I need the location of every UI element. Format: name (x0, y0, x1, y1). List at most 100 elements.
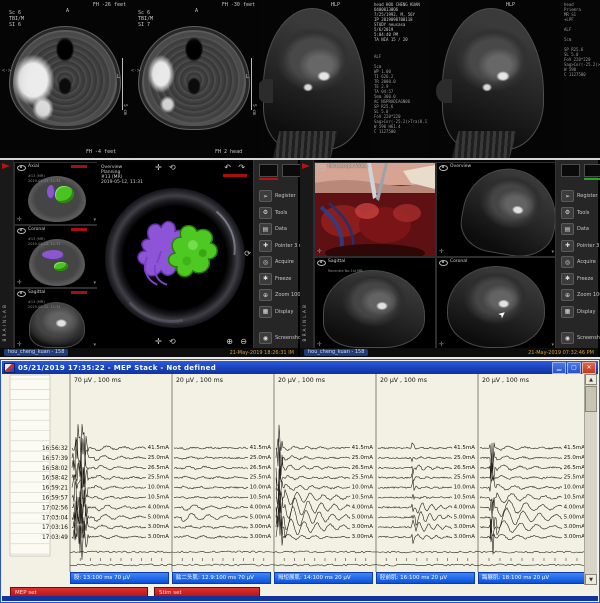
svg-text:26.5mA: 26.5mA (352, 465, 374, 471)
rotate-right-icon[interactable]: ⟳ (244, 250, 251, 258)
overlay-orientation: HLP (331, 2, 340, 8)
patient-name-pill[interactable]: hou_cheng_kuan - 158 (4, 349, 68, 356)
nav-button-data[interactable]: ▤Data (561, 223, 598, 235)
mep-titlebar[interactable]: 05/21/2019 17:35:22 - MEP Stack - Not de… (2, 361, 598, 374)
eye-icon[interactable] (17, 291, 26, 297)
overlay-series-info: Sc 6 TBI/M SI 7 (138, 10, 153, 28)
eye-icon[interactable] (317, 165, 326, 171)
nav-button-register[interactable]: ➢Register (561, 190, 598, 202)
nav-button-register[interactable]: ➢Register (259, 190, 298, 202)
zoom-out-icon[interactable]: ⊖ (240, 338, 247, 346)
register-icon: ➢ (561, 190, 574, 202)
mri-sagittal-view-1[interactable]: HLP (259, 0, 372, 158)
nav-button-freeze[interactable]: ✱Freeze (561, 273, 598, 285)
nav-button-pointer[interactable]: ✚Pointer 3 mm (259, 240, 298, 252)
mep-chart-area: 70 μV , 100 ms20 μV , 100 ms20 μV , 100 … (2, 374, 598, 596)
close-button[interactable]: ✕ (582, 362, 596, 374)
nav-button-screenshot[interactable]: ◉Screenshot (561, 332, 598, 344)
svg-text:5.00mA: 5.00mA (564, 514, 586, 520)
undo-icon[interactable]: ↶ (224, 164, 231, 172)
svg-text:25.5mA: 25.5mA (564, 475, 586, 481)
overlay-orientation-a: A (66, 8, 69, 14)
nav-button-tools[interactable]: ⚙Tools (561, 207, 598, 219)
mri-axial-view-2[interactable]: Sc 6 TBI/M SI 7 A FH -30 feet L <·> 5 cm… (129, 0, 257, 158)
nav-button-zoom[interactable]: ⊕Zoom 100% (561, 289, 598, 301)
viewport-microscope-video[interactable]: Microscope Video ✛ (314, 162, 436, 257)
rotate-icon[interactable]: ⟲ (169, 164, 176, 172)
svg-text:4.00mA: 4.00mA (148, 504, 170, 510)
scroll-up-icon[interactable]: ▲ (585, 374, 597, 385)
nav-button-data[interactable]: ▤Data (259, 223, 298, 235)
scale-ruler (251, 58, 252, 110)
crosshair-icon[interactable]: ✛ (17, 217, 22, 223)
pan-icon[interactable]: ✛ (155, 164, 162, 172)
viewport-coronal-nav[interactable]: ➤ Coronal ✛ ▾ (436, 257, 556, 350)
view-label: Coronal (28, 227, 45, 232)
nav-button-acquire[interactable]: ◎Acquire (561, 256, 598, 268)
eye-icon[interactable] (317, 260, 326, 266)
panel-arrow-icon[interactable]: ▾ (93, 281, 96, 286)
display-icon: ▦ (259, 306, 272, 318)
overlay-orientation-a: A (195, 8, 198, 14)
svg-text:4.00mA: 4.00mA (564, 504, 586, 510)
viewport-3d[interactable]: Overview Planning #13 (MR) 2019-05-12, 1… (97, 162, 253, 348)
vertical-scrollbar[interactable]: ▲ ▼ (584, 374, 597, 585)
mri-sagittal-view-2[interactable]: HLP (428, 0, 562, 158)
eye-icon[interactable] (17, 165, 26, 171)
layout-thumbnail[interactable] (584, 164, 600, 177)
viewport-sagittal-nav[interactable]: Sagittal Recentre No 1st MR ✛ (314, 257, 436, 350)
layout-thumbnail[interactable] (561, 164, 580, 177)
nav-button-pointer[interactable]: ✚Pointer 3 mm (561, 240, 598, 252)
viewport-coronal[interactable]: Coronal #13 (MR) 2019-05-12, 11:31 ✛ ▾ (14, 225, 98, 288)
layout-thumbnail[interactable] (282, 164, 301, 177)
crosshair-icon[interactable]: ✛ (317, 249, 322, 255)
overlay-fh-bottom: FH 2 head (215, 149, 242, 155)
eye-icon[interactable] (17, 228, 26, 234)
svg-text:25.5mA: 25.5mA (250, 475, 272, 481)
viewport-sagittal[interactable]: Sagittal #13 (MR) 2019-05-12, 11:31 ✛ ▾ (14, 288, 98, 350)
viewport-overview[interactable]: Overview ✛ ▾ (436, 162, 556, 257)
pan-icon[interactable]: ✛ (155, 338, 162, 346)
scroll-thumb[interactable] (585, 386, 597, 412)
svg-text:10.5mA: 10.5mA (454, 495, 476, 501)
patient-name-pill[interactable]: hou_cheng_kuan - 158 (304, 349, 368, 356)
overlay-fh-top: FH -30 feet (222, 2, 255, 8)
eye-icon[interactable] (439, 260, 448, 266)
nav-button-freeze[interactable]: ✱Freeze (259, 273, 298, 285)
panel-arrow-icon[interactable]: ▾ (551, 250, 554, 255)
nav-button-tools[interactable]: ⚙Tools (259, 207, 298, 219)
panel-arrow-icon[interactable]: ▾ (93, 218, 96, 223)
mep-set-button[interactable]: MEP set (10, 587, 148, 596)
minimize-button[interactable]: ▁ (552, 362, 566, 374)
svg-text:25.5mA: 25.5mA (148, 475, 170, 481)
svg-text:3.00mA: 3.00mA (352, 524, 374, 530)
redo-icon[interactable]: ↷ (238, 164, 245, 172)
mri-axial-view-1[interactable]: Sc 6 TBI/M SI 6 A FH -26 feet L <·> 5 cm… (0, 0, 128, 158)
nav-button-zoom[interactable]: ⊕Zoom 100% (259, 289, 298, 301)
crosshair-icon[interactable]: ✛ (17, 280, 22, 286)
nav-button-display[interactable]: ▦Display (561, 306, 598, 318)
nav-button-acquire[interactable]: ◎Acquire (259, 256, 298, 268)
nav-button-display[interactable]: ▦Display (259, 306, 298, 318)
viewport-axial[interactable]: Axial #13 (MR) 2019-05-12, 11:31 ✛ ▾ (14, 162, 98, 225)
maximize-button[interactable]: ▢ (567, 362, 581, 374)
mri-film-strip: Sc 6 TBI/M SI 6 A FH -26 feet L <·> 5 cm… (0, 0, 600, 158)
view-sub: Recentre No 1st MR (328, 269, 363, 273)
scroll-down-icon[interactable]: ▼ (585, 574, 597, 585)
svg-text:10.0mA: 10.0mA (148, 485, 170, 491)
scale-ruler (122, 58, 123, 110)
rotate-icon[interactable]: ⟲ (169, 338, 176, 346)
svg-text:41.5mA: 41.5mA (564, 445, 586, 451)
stim-set-button[interactable]: Stim set (154, 587, 260, 596)
layout-thumbnail[interactable] (259, 164, 278, 177)
eye-icon[interactable] (439, 165, 448, 171)
nav-button-label: Zoom 100% (577, 292, 600, 298)
crosshair-icon[interactable]: ✛ (439, 249, 444, 255)
svg-text:41.5mA: 41.5mA (454, 445, 476, 451)
svg-text:3.00mA: 3.00mA (250, 534, 272, 540)
data-icon: ▤ (561, 223, 574, 235)
overlay-fh-top: FH -26 feet (93, 2, 126, 8)
svg-text:16:59:21: 16:59:21 (42, 486, 68, 492)
nav-button-screenshot[interactable]: ◉Screenshot (259, 332, 298, 344)
zoom-in-icon[interactable]: ⊕ (226, 338, 233, 346)
